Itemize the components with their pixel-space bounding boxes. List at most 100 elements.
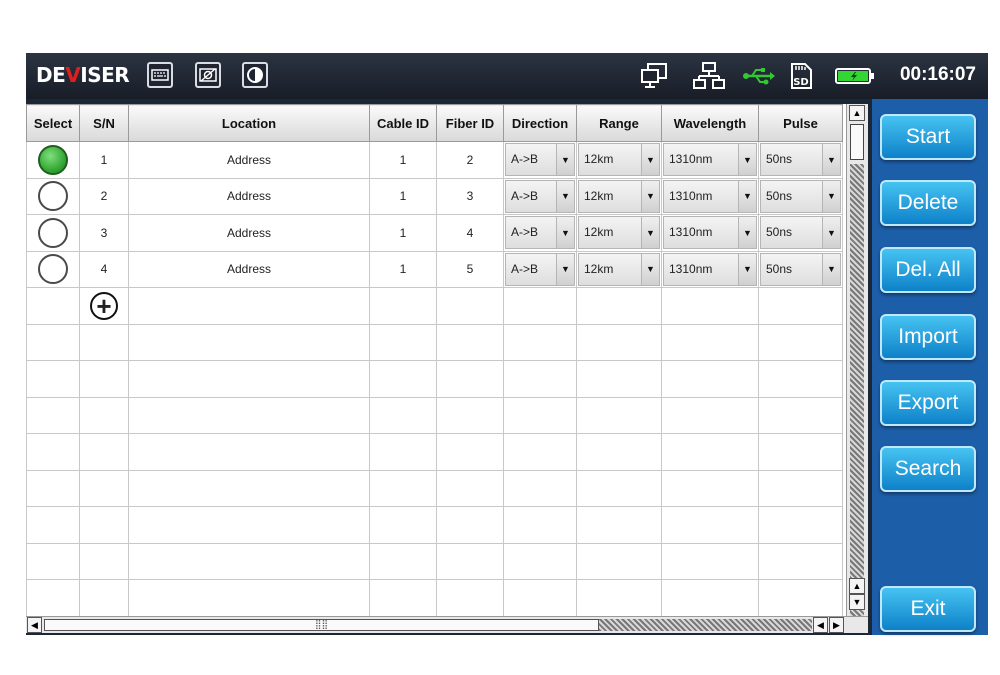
range-dropdown[interactable]: 12km ▼	[578, 143, 660, 177]
fiber-id-cell[interactable]: 5	[436, 250, 504, 288]
chevron-down-icon[interactable]: ▼	[822, 144, 840, 176]
scroll-right-icon[interactable]: ▶	[829, 617, 844, 633]
pulse-dropdown[interactable]: 50ns ▼	[760, 216, 841, 250]
location-cell[interactable]: Address	[128, 250, 370, 288]
chevron-down-icon[interactable]: ▼	[822, 180, 840, 212]
pulse-cell[interactable]: 50ns ▼	[758, 250, 843, 288]
wavelength-dropdown[interactable]: 1310nm ▼	[663, 252, 757, 286]
pulse-dropdown[interactable]: 50ns ▼	[760, 179, 841, 213]
range-dropdown[interactable]: 12km ▼	[578, 179, 660, 213]
scroll-up-small-icon[interactable]: ▲	[849, 578, 865, 594]
keyboard-icon[interactable]	[147, 62, 173, 88]
chevron-down-icon[interactable]: ▼	[556, 144, 574, 176]
select-radio[interactable]	[38, 217, 68, 248]
range-dropdown[interactable]: 12km ▼	[578, 216, 660, 250]
chevron-down-icon[interactable]: ▼	[641, 144, 659, 176]
direction-cell[interactable]: A->B ▼	[503, 214, 577, 252]
pulse-cell[interactable]: 50ns ▼	[758, 177, 843, 215]
chevron-down-icon[interactable]: ▼	[556, 253, 574, 285]
pulse-dropdown[interactable]: 50ns ▼	[760, 143, 841, 177]
chevron-down-icon[interactable]: ▼	[738, 144, 756, 176]
horizontal-scrollbar[interactable]: ◀ ⣿⣿ ◀ ▶	[26, 616, 868, 633]
chevron-down-icon[interactable]: ▼	[556, 180, 574, 212]
chevron-down-icon[interactable]: ▼	[738, 253, 756, 285]
delete-button[interactable]: Delete	[880, 180, 976, 226]
range-cell[interactable]: 12km ▼	[576, 177, 662, 215]
cable-id-cell[interactable]: 1	[369, 250, 437, 288]
screenshot-icon[interactable]	[195, 62, 221, 88]
table-row[interactable]: 4 Address 1 5 A->B ▼ 12km ▼ 1310nm ▼ 50ns ▼	[26, 250, 843, 288]
vertical-scroll-track[interactable]	[850, 164, 864, 624]
select-radio[interactable]	[38, 181, 68, 212]
add-cell[interactable]: +	[79, 287, 129, 325]
direction-cell[interactable]: A->B ▼	[503, 177, 577, 215]
pulse-cell[interactable]: 50ns ▼	[758, 214, 843, 252]
select-cell[interactable]	[26, 141, 80, 179]
direction-dropdown[interactable]: A->B ▼	[505, 179, 575, 213]
select-radio[interactable]	[38, 144, 68, 175]
chevron-down-icon[interactable]: ▼	[641, 253, 659, 285]
import-button[interactable]: Import	[880, 314, 976, 360]
direction-cell[interactable]: A->B ▼	[503, 250, 577, 288]
fiber-id-cell[interactable]: 2	[436, 141, 504, 179]
pulse-cell[interactable]: 50ns ▼	[758, 141, 843, 179]
wavelength-cell[interactable]: 1310nm ▼	[661, 214, 759, 252]
direction-cell[interactable]: A->B ▼	[503, 141, 577, 179]
vertical-scroll-thumb[interactable]	[850, 124, 864, 160]
empty-row	[26, 579, 843, 616]
fiber-id-cell[interactable]: 3	[436, 177, 504, 215]
search-button[interactable]: Search	[880, 446, 976, 492]
range-cell[interactable]: 12km ▼	[576, 250, 662, 288]
horizontal-scroll-track[interactable]	[599, 619, 812, 631]
chevron-down-icon[interactable]: ▼	[822, 217, 840, 249]
scroll-left-icon[interactable]: ◀	[27, 617, 42, 633]
vertical-scrollbar[interactable]: ▲ ▲ ▼	[846, 104, 868, 624]
scroll-up-icon[interactable]: ▲	[849, 105, 865, 121]
scroll-left-small-icon[interactable]: ◀	[813, 617, 828, 633]
export-button[interactable]: Export	[880, 380, 976, 426]
chevron-down-icon[interactable]: ▼	[738, 217, 756, 249]
add-row-icon[interactable]: +	[90, 291, 118, 320]
start-button[interactable]: Start	[880, 114, 976, 160]
wavelength-cell[interactable]: 1310nm ▼	[661, 250, 759, 288]
wavelength-cell[interactable]: 1310nm ▼	[661, 141, 759, 179]
chevron-down-icon[interactable]: ▼	[822, 253, 840, 285]
direction-dropdown[interactable]: A->B ▼	[505, 143, 575, 177]
location-cell[interactable]: Address	[128, 214, 370, 252]
range-cell[interactable]: 12km ▼	[576, 214, 662, 252]
wavelength-dropdown[interactable]: 1310nm ▼	[663, 143, 757, 177]
select-cell[interactable]	[26, 250, 80, 288]
empty-cell	[436, 433, 504, 471]
cable-id-cell[interactable]: 1	[369, 141, 437, 179]
location-cell[interactable]: Address	[128, 177, 370, 215]
select-cell[interactable]	[26, 177, 80, 215]
select-radio[interactable]	[38, 254, 68, 285]
direction-dropdown[interactable]: A->B ▼	[505, 216, 575, 250]
exit-button[interactable]: Exit	[880, 586, 976, 632]
horizontal-scroll-thumb[interactable]: ⣿⣿	[44, 619, 599, 631]
wavelength-dropdown[interactable]: 1310nm ▼	[663, 216, 757, 250]
contrast-icon[interactable]	[242, 62, 268, 88]
wavelength-dropdown[interactable]: 1310nm ▼	[663, 179, 757, 213]
range-dropdown[interactable]: 12km ▼	[578, 252, 660, 286]
chevron-down-icon[interactable]: ▼	[738, 180, 756, 212]
direction-dropdown[interactable]: A->B ▼	[505, 252, 575, 286]
location-cell[interactable]: Address	[128, 141, 370, 179]
empty-cell	[758, 433, 843, 471]
fiber-id-cell[interactable]: 4	[436, 214, 504, 252]
cable-id-cell[interactable]: 1	[369, 177, 437, 215]
cable-id-cell[interactable]: 1	[369, 214, 437, 252]
wavelength-cell[interactable]: 1310nm ▼	[661, 177, 759, 215]
table-row[interactable]: 1 Address 1 2 A->B ▼ 12km ▼ 1310nm ▼ 50ns ▼	[26, 141, 843, 179]
chevron-down-icon[interactable]: ▼	[641, 180, 659, 212]
table-row[interactable]: 2 Address 1 3 A->B ▼ 12km ▼ 1310nm ▼ 50ns ▼	[26, 177, 843, 215]
chevron-down-icon[interactable]: ▼	[641, 217, 659, 249]
chevron-down-icon[interactable]: ▼	[556, 217, 574, 249]
empty-cell	[436, 360, 504, 398]
pulse-dropdown[interactable]: 50ns ▼	[760, 252, 841, 286]
range-cell[interactable]: 12km ▼	[576, 141, 662, 179]
table-row[interactable]: 3 Address 1 4 A->B ▼ 12km ▼ 1310nm ▼ 50ns ▼	[26, 214, 843, 252]
scroll-down-icon[interactable]: ▼	[849, 594, 865, 610]
select-cell[interactable]	[26, 214, 80, 252]
delete-all-button[interactable]: Del. All	[880, 247, 976, 293]
